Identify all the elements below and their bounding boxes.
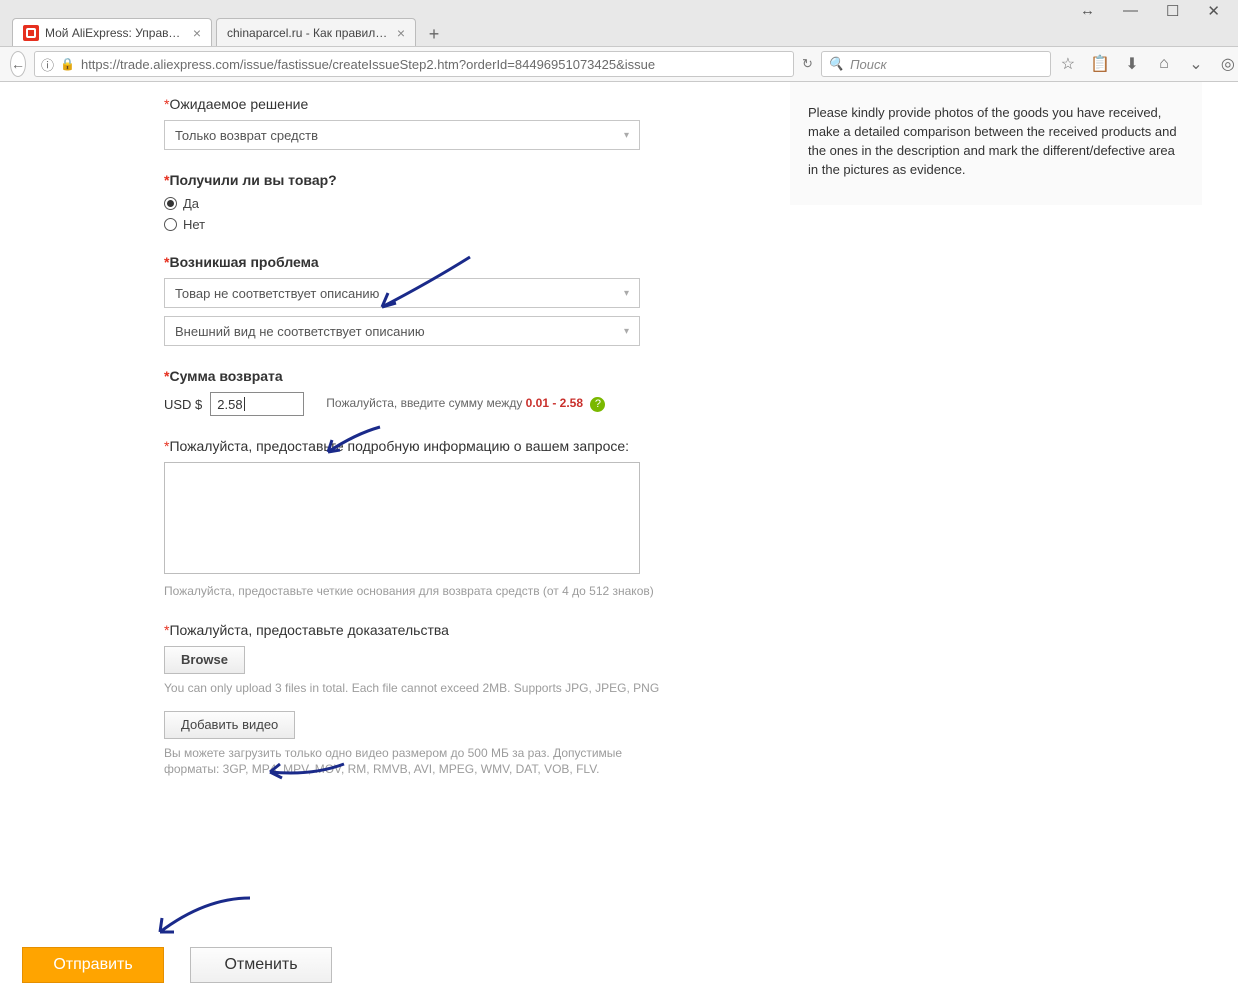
form-actions: Отправить Отменить	[22, 947, 1216, 997]
shield-icon[interactable]: ◎	[1219, 54, 1237, 74]
home-icon[interactable]: ⌂	[1155, 55, 1173, 73]
window-controls: ↔ — ☐ ✕	[1080, 0, 1238, 18]
download-icon[interactable]: ⬇	[1123, 54, 1141, 74]
star-icon[interactable]: ☆	[1059, 54, 1077, 74]
tab-title: Мой AliExpress: Управлять	[45, 26, 185, 40]
field-label-details: *Пожалуйста, предоставьте подробную инфо…	[164, 438, 664, 454]
close-window-icon[interactable]: ✕	[1207, 2, 1220, 18]
chevron-down-icon: ▾	[624, 326, 629, 337]
dispute-form: *Ожидаемое решение Только возврат средст…	[164, 96, 664, 800]
info-icon: ⓘ	[41, 55, 54, 74]
currency-label: USD $	[164, 397, 202, 412]
details-hint: Пожалуйста, предоставьте четкие основани…	[164, 583, 664, 600]
tab-close-icon[interactable]: ×	[193, 25, 201, 41]
cancel-button[interactable]: Отменить	[190, 947, 332, 983]
add-video-button[interactable]: Добавить видео	[164, 711, 295, 739]
select-value: Товар не соответствует описанию	[175, 286, 379, 301]
back-button[interactable]: ←	[10, 51, 26, 77]
search-icon: 🔍	[828, 56, 844, 72]
help-icon[interactable]: ?	[590, 397, 605, 412]
details-textarea[interactable]	[164, 462, 640, 574]
maximize-icon[interactable]: ☐	[1166, 2, 1179, 18]
refund-amount-input[interactable]: 2.58	[210, 392, 304, 416]
radio-no[interactable]: Нет	[164, 217, 664, 232]
url-text: https://trade.aliexpress.com/issue/fasti…	[81, 57, 655, 72]
pocket-icon[interactable]: ⌄	[1187, 54, 1205, 74]
tab-close-icon[interactable]: ×	[397, 25, 405, 41]
chevron-down-icon: ▾	[624, 288, 629, 299]
annotation-arrow-icon	[150, 892, 260, 942]
toolbar-icons: ☆ 📋 ⬇ ⌂ ⌄ ◎ ☰	[1059, 54, 1238, 74]
address-bar[interactable]: ⓘ 🔒 https://trade.aliexpress.com/issue/f…	[34, 51, 794, 77]
instruction-panel: Please kindly provide photos of the good…	[790, 82, 1202, 205]
browser-tab-active[interactable]: Мой AliExpress: Управлять ×	[12, 18, 212, 46]
solution-select[interactable]: Только возврат средств ▾	[164, 120, 640, 150]
field-label-solution: *Ожидаемое решение	[164, 96, 664, 112]
field-label-refund: *Сумма возврата	[164, 368, 664, 384]
lock-icon: 🔒	[60, 57, 75, 71]
reload-button[interactable]: ↻	[802, 56, 813, 72]
chevron-down-icon: ▾	[624, 130, 629, 141]
field-label-evidence: *Пожалуйста, предоставьте доказательства	[164, 622, 664, 638]
page-viewport: Please kindly provide photos of the good…	[0, 82, 1238, 997]
radio-icon	[164, 197, 177, 210]
search-placeholder: Поиск	[850, 57, 887, 72]
resize-icon[interactable]: ↔	[1080, 2, 1095, 18]
problem-select-secondary[interactable]: Внешний вид не соответствует описанию ▾	[164, 316, 640, 346]
minimize-icon[interactable]: —	[1123, 2, 1138, 18]
select-value: Только возврат средств	[175, 128, 318, 143]
search-bar[interactable]: 🔍 Поиск	[821, 51, 1051, 77]
video-hint: Вы можете загрузить только одно видео ра…	[164, 745, 664, 779]
browser-tab[interactable]: chinaparcel.ru - Как правильно ×	[216, 18, 416, 46]
instruction-text: Please kindly provide photos of the good…	[808, 105, 1177, 177]
new-tab-button[interactable]: +	[420, 22, 448, 46]
field-label-problem: *Возникшая проблема	[164, 254, 664, 270]
field-label-received: *Получили ли вы товар?	[164, 172, 664, 188]
browse-button[interactable]: Browse	[164, 646, 245, 674]
radio-yes[interactable]: Да	[164, 196, 664, 211]
submit-button[interactable]: Отправить	[22, 947, 164, 983]
refund-hint: Пожалуйста, введите сумму между 0.01 - 2…	[326, 396, 605, 412]
browser-tabstrip: Мой AliExpress: Управлять × chinaparcel.…	[12, 18, 1226, 46]
aliexpress-favicon-icon	[23, 25, 39, 41]
select-value: Внешний вид не соответствует описанию	[175, 324, 425, 339]
clipboard-icon[interactable]: 📋	[1091, 54, 1109, 74]
problem-select-primary[interactable]: Товар не соответствует описанию ▾	[164, 278, 640, 308]
upload-hint: You can only upload 3 files in total. Ea…	[164, 680, 664, 697]
tab-title: chinaparcel.ru - Как правильно	[227, 26, 389, 40]
browser-toolbar: ← ⓘ 🔒 https://trade.aliexpress.com/issue…	[0, 46, 1238, 82]
radio-icon	[164, 218, 177, 231]
